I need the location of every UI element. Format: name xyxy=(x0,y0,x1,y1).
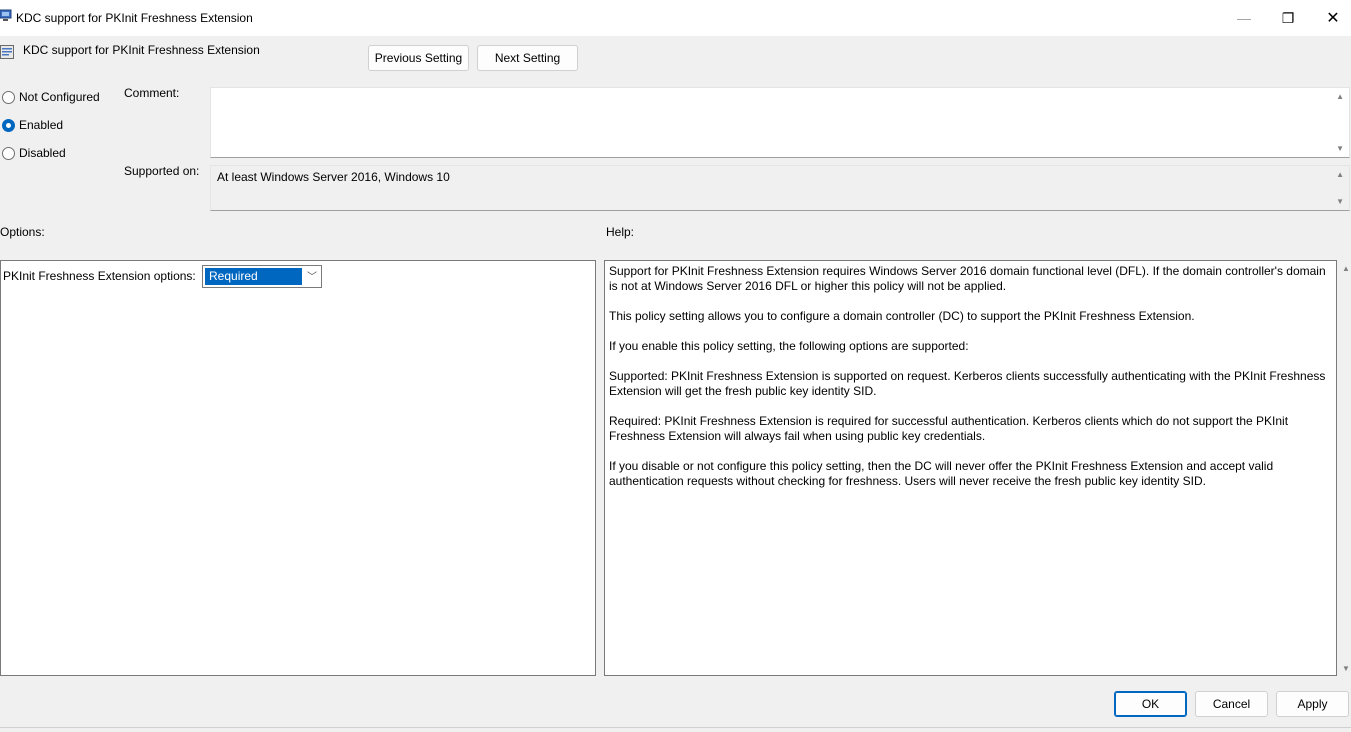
ok-button[interactable]: OK xyxy=(1114,691,1187,717)
help-title: Help: xyxy=(606,225,635,239)
close-button[interactable]: ✕ xyxy=(1310,0,1351,36)
radio-circle[interactable] xyxy=(2,90,15,104)
next-setting-button[interactable]: Next Setting xyxy=(477,45,578,71)
help-panel: Support for PKInit Freshness Extension r… xyxy=(604,260,1337,676)
scroll-down-icon[interactable]: ▼ xyxy=(1336,144,1344,153)
radio-disabled[interactable]: Disabled xyxy=(2,146,66,160)
scroll-down-icon[interactable]: ▼ xyxy=(1336,197,1344,206)
help-paragraph: Required: PKInit Freshness Extension is … xyxy=(609,414,1289,443)
policy-name: KDC support for PKInit Freshness Extensi… xyxy=(23,43,260,57)
help-paragraph: If you enable this policy setting, the f… xyxy=(609,339,969,353)
bottom-divider xyxy=(0,727,1351,728)
minimize-button[interactable]: — xyxy=(1221,0,1267,36)
pkinit-options-label: PKInit Freshness Extension options: xyxy=(3,269,196,283)
radio-label: Disabled xyxy=(19,146,66,160)
pkinit-options-dropdown[interactable]: Required ﹀ xyxy=(202,265,322,288)
help-paragraph: Support for PKInit Freshness Extension r… xyxy=(609,264,1326,293)
options-title: Options: xyxy=(0,225,45,239)
policy-setting-icon xyxy=(0,44,14,60)
options-panel: PKInit Freshness Extension options: Requ… xyxy=(0,260,596,676)
radio-circle[interactable] xyxy=(2,146,15,160)
window-title: KDC support for PKInit Freshness Extensi… xyxy=(16,11,253,25)
previous-setting-button[interactable]: Previous Setting xyxy=(368,45,469,71)
help-paragraph: Supported: PKInit Freshness Extension is… xyxy=(609,369,1326,398)
help-paragraph: If you disable or not configure this pol… xyxy=(609,459,1274,488)
radio-enabled[interactable]: Enabled xyxy=(2,118,63,132)
radio-circle[interactable] xyxy=(2,118,15,132)
policy-app-icon xyxy=(0,9,12,23)
chevron-down-icon[interactable]: ﹀ xyxy=(307,268,317,283)
scroll-up-icon[interactable]: ▲ xyxy=(1342,264,1350,273)
supported-on-value: At least Windows Server 2016, Windows 10 xyxy=(217,170,450,184)
radio-label: Enabled xyxy=(19,118,64,132)
supported-on-label: Supported on: xyxy=(124,164,200,178)
pkinit-selected-value: Required xyxy=(205,268,302,285)
radio-not-configured[interactable]: Not Configured xyxy=(2,90,100,104)
scroll-up-icon[interactable]: ▲ xyxy=(1336,92,1344,101)
scroll-up-icon[interactable]: ▲ xyxy=(1336,170,1344,179)
supported-on-field: At least Windows Server 2016, Windows 10… xyxy=(210,165,1350,211)
comment-label: Comment: xyxy=(124,86,180,100)
radio-label: Not Configured xyxy=(19,90,100,104)
help-paragraph: This policy setting allows you to config… xyxy=(609,309,1195,323)
scroll-down-icon[interactable]: ▼ xyxy=(1342,664,1350,673)
comment-textarea[interactable]: ▲ ▼ xyxy=(210,87,1350,158)
apply-button[interactable]: Apply xyxy=(1276,691,1349,717)
cancel-button[interactable]: Cancel xyxy=(1195,691,1268,717)
maximize-button[interactable]: ❐ xyxy=(1265,0,1311,36)
